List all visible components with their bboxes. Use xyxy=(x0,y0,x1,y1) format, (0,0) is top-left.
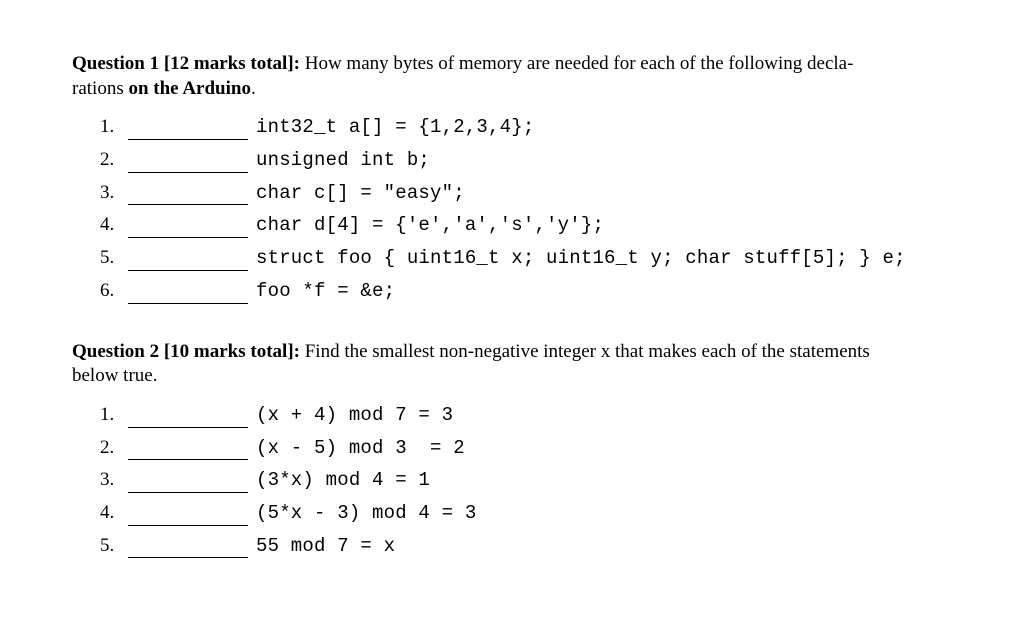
item-number: 2. xyxy=(100,148,122,173)
list-item: 6. foo *f = &e; xyxy=(100,279,952,304)
list-item: 4. (5*x - 3) mod 4 = 3 xyxy=(100,501,952,526)
exam-page: Question 1 [12 marks total]: How many by… xyxy=(0,0,1024,558)
code-snippet: (x - 5) mod 3 = 2 xyxy=(256,436,465,461)
answer-blank[interactable] xyxy=(128,439,248,460)
list-item: 3. char c[] = "easy"; xyxy=(100,181,952,206)
code-snippet: (3*x) mod 4 = 1 xyxy=(256,468,430,493)
code-snippet: int32_t a[] = {1,2,3,4}; xyxy=(256,115,534,140)
answer-blank[interactable] xyxy=(128,283,248,304)
answer-blank[interactable] xyxy=(128,185,248,206)
code-snippet: (5*x - 3) mod 4 = 3 xyxy=(256,501,476,526)
q1-label: Question 1 [12 marks total]: xyxy=(72,53,300,74)
q2-text-line2: below true. xyxy=(72,365,157,386)
answer-blank[interactable] xyxy=(128,250,248,271)
item-number: 1. xyxy=(100,403,122,428)
answer-blank[interactable] xyxy=(128,152,248,173)
item-number: 4. xyxy=(100,213,122,238)
answer-blank[interactable] xyxy=(128,472,248,493)
list-item: 3. (3*x) mod 4 = 1 xyxy=(100,468,952,493)
question-2-header: Question 2 [10 marks total]: Find the sm… xyxy=(72,340,952,389)
q1-text-line2a: rations xyxy=(72,78,128,99)
item-number: 5. xyxy=(100,246,122,271)
q1-bold-mid: on the Arduino xyxy=(128,78,250,99)
answer-blank[interactable] xyxy=(128,407,248,428)
answer-blank[interactable] xyxy=(128,217,248,238)
item-number: 6. xyxy=(100,279,122,304)
q1-items: 1. int32_t a[] = {1,2,3,4}; 2. unsigned … xyxy=(72,115,952,303)
answer-blank[interactable] xyxy=(128,537,248,558)
item-number: 3. xyxy=(100,468,122,493)
answer-blank[interactable] xyxy=(128,505,248,526)
item-number: 3. xyxy=(100,181,122,206)
code-snippet: unsigned int b; xyxy=(256,148,430,173)
q2-label: Question 2 [10 marks total]: xyxy=(72,341,300,362)
q1-text-line2b: . xyxy=(251,78,256,99)
list-item: 5. struct foo { uint16_t x; uint16_t y; … xyxy=(100,246,952,271)
q1-text-line1: How many bytes of memory are needed for … xyxy=(300,53,853,74)
list-item: 4. char d[4] = {'e','a','s','y'}; xyxy=(100,213,952,238)
item-number: 2. xyxy=(100,436,122,461)
q2-items: 1. (x + 4) mod 7 = 3 2. (x - 5) mod 3 = … xyxy=(72,403,952,558)
item-number: 1. xyxy=(100,115,122,140)
code-snippet: 55 mod 7 = x xyxy=(256,534,395,559)
code-snippet: char d[4] = {'e','a','s','y'}; xyxy=(256,213,604,238)
answer-blank[interactable] xyxy=(128,119,248,140)
list-item: 2. unsigned int b; xyxy=(100,148,952,173)
list-item: 1. int32_t a[] = {1,2,3,4}; xyxy=(100,115,952,140)
list-item: 5. 55 mod 7 = x xyxy=(100,534,952,559)
section-spacer xyxy=(72,312,952,340)
code-snippet: (x + 4) mod 7 = 3 xyxy=(256,403,453,428)
code-snippet: struct foo { uint16_t x; uint16_t y; cha… xyxy=(256,246,906,271)
code-snippet: foo *f = &e; xyxy=(256,279,395,304)
question-1-header: Question 1 [12 marks total]: How many by… xyxy=(72,52,952,101)
item-number: 4. xyxy=(100,501,122,526)
q2-text-line1: Find the smallest non-negative integer x… xyxy=(300,341,870,362)
list-item: 2. (x - 5) mod 3 = 2 xyxy=(100,436,952,461)
code-snippet: char c[] = "easy"; xyxy=(256,181,465,206)
list-item: 1. (x + 4) mod 7 = 3 xyxy=(100,403,952,428)
item-number: 5. xyxy=(100,534,122,559)
